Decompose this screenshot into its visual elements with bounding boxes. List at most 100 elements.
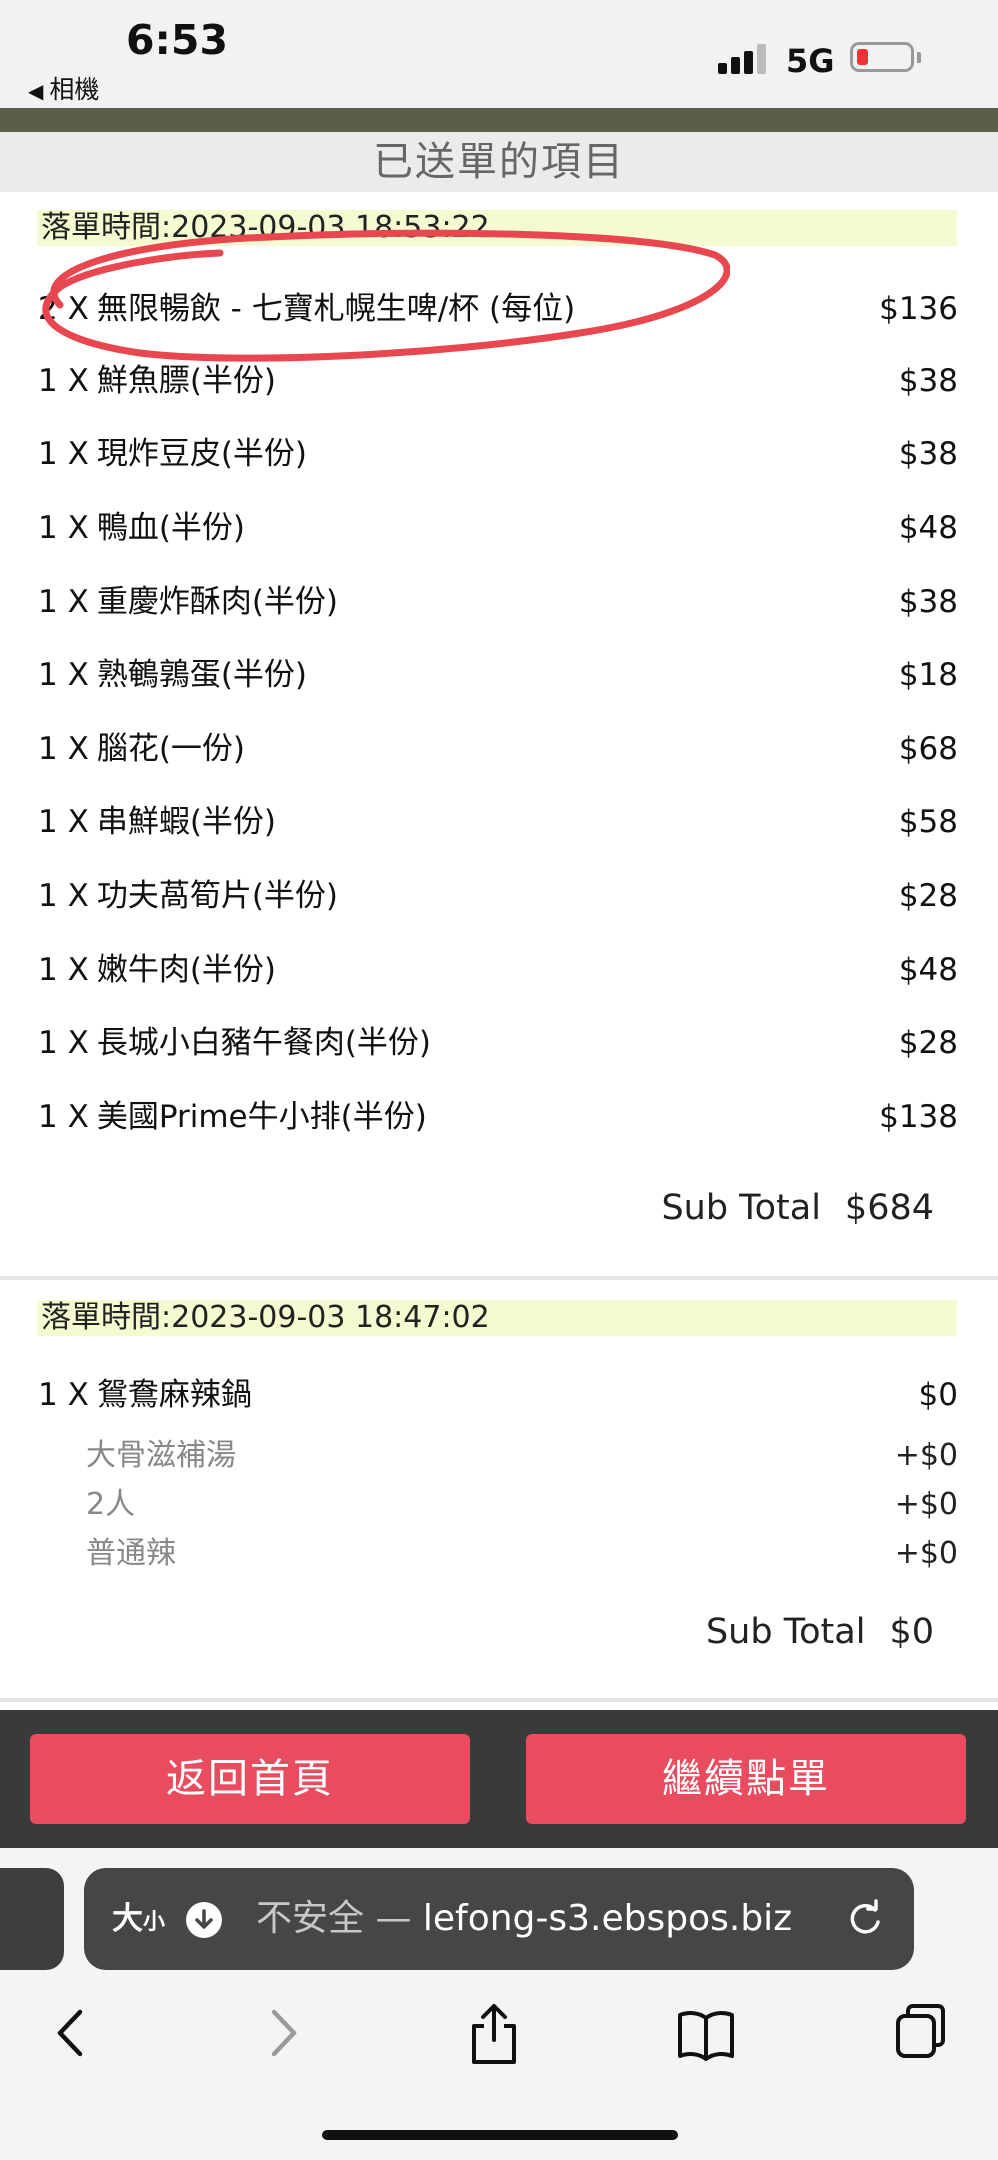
order-item-row: 1 X 嫩牛肉(半份) $48: [38, 945, 958, 995]
order-item-row: 1 X 腦花(一份) $68: [38, 724, 958, 774]
subtotal-value: $684: [844, 1188, 934, 1228]
item-name: 功夫萵筍片(半份): [96, 878, 339, 914]
item-price: $58: [898, 804, 958, 840]
text-size-button[interactable]: 大小: [112, 1868, 165, 1974]
order-item-row: 1 X 熟鵪鶉蛋(半份) $18: [38, 650, 958, 700]
url-text[interactable]: 不安全 — lefong-s3.ebspos.biz: [256, 1868, 792, 1970]
item-qty: 1 X: [38, 1377, 89, 1413]
back-arrow-icon[interactable]: [40, 1998, 100, 2068]
item-qty: 1 X: [38, 436, 89, 472]
modifier-price: +$0: [894, 1536, 958, 1571]
order-item-row: 1 X 長城小白豬午餐肉(半份) $28: [38, 1018, 958, 1068]
order-item-row: 2 X 無限暢飲 - 七寶札幌生啤/杯 (每位) $136: [38, 284, 958, 334]
item-qty: 1 X: [38, 584, 89, 620]
order-item-row: 1 X 串鮮蝦(半份) $58: [38, 797, 958, 847]
item-price: $38: [898, 584, 958, 620]
item-name: 無限暢飲 - 七寶札幌生啤/杯 (每位): [96, 291, 576, 327]
order-item-row: 1 X 重慶炸酥肉(半份) $38: [38, 577, 958, 627]
modifier-price: +$0: [894, 1487, 958, 1522]
tabs-icon[interactable]: [890, 1998, 950, 2068]
download-icon[interactable]: [186, 1902, 222, 1938]
order-time-label: 落單時間:: [41, 210, 172, 245]
modifier-name: 普通辣: [86, 1536, 176, 1571]
item-modifier-row: 2人 +$0: [86, 1482, 958, 1528]
battery-icon: [850, 42, 914, 72]
order-item-row: 1 X 鴨血(半份) $48: [38, 503, 958, 553]
share-icon[interactable]: [464, 1998, 524, 2068]
order-time-bar: 落單時間:2023-09-03 18:53:22: [37, 210, 957, 246]
item-price: $48: [898, 510, 958, 546]
page-header: 已送單的項目: [0, 132, 998, 192]
item-price: $68: [898, 731, 958, 767]
item-price: $28: [898, 1025, 958, 1061]
item-price: $28: [898, 878, 958, 914]
item-name: 串鮮蝦(半份): [96, 804, 277, 840]
item-price: $38: [898, 436, 958, 472]
order-item-row: 1 X 功夫萵筍片(半份) $28: [38, 871, 958, 921]
network-type: 5G: [786, 42, 835, 80]
item-qty: 2 X: [38, 291, 89, 327]
item-qty: 1 X: [38, 363, 89, 399]
subtotal-value: $0: [889, 1612, 934, 1652]
order-item-row: 1 X 美國Prime牛小排(半份) $138: [38, 1092, 958, 1142]
order-time-bar: 落單時間:2023-09-03 18:47:02: [37, 1300, 957, 1336]
item-price: $0: [918, 1377, 958, 1413]
previous-tab-preview[interactable]: [0, 1868, 64, 1970]
order-item-row: 1 X 鮮魚膘(半份) $38: [38, 356, 958, 406]
browser-toolbar: [0, 1998, 998, 2078]
item-name: 鴛鴦麻辣鍋: [96, 1377, 252, 1413]
item-modifier-row: 大骨滋補湯 +$0: [86, 1433, 958, 1479]
item-price: $18: [898, 657, 958, 693]
item-name: 重慶炸酥肉(半份): [96, 584, 339, 620]
subtotal-row: Sub Total $0: [706, 1612, 934, 1652]
item-price: $136: [879, 291, 958, 327]
text-size-large: 大: [112, 1901, 143, 1937]
item-price: $48: [898, 952, 958, 988]
status-bar: 6:53 ◀ 相機 5G: [0, 0, 998, 108]
battery-cap: [917, 52, 921, 63]
back-to-home-button[interactable]: 返回首頁: [30, 1734, 470, 1824]
item-name: 現炸豆皮(半份): [96, 436, 308, 472]
subtotal-label: Sub Total: [661, 1188, 821, 1228]
not-secure-label: 不安全 —: [256, 1898, 423, 1939]
item-name: 嫩牛肉(半份): [96, 952, 277, 988]
section-divider: [0, 1698, 998, 1702]
status-time: 6:53: [126, 16, 228, 64]
url-domain: lefong-s3.ebspos.biz: [422, 1898, 793, 1939]
item-name: 鴨血(半份): [96, 510, 246, 546]
forward-arrow-icon[interactable]: [254, 1998, 314, 2068]
item-qty: 1 X: [38, 952, 89, 988]
address-bar[interactable]: 大小 不安全 — lefong-s3.ebspos.biz: [84, 1868, 914, 1970]
continue-ordering-button[interactable]: 繼續點單: [526, 1734, 966, 1824]
order-time-label: 落單時間:: [41, 1300, 172, 1335]
subtotal-row: Sub Total $684: [661, 1188, 934, 1228]
back-triangle-icon: ◀: [28, 79, 44, 103]
page-title: 已送單的項目: [373, 139, 625, 185]
order-item-row: 1 X 現炸豆皮(半份) $38: [38, 429, 958, 479]
bookmarks-icon[interactable]: [676, 1998, 736, 2068]
item-qty: 1 X: [38, 1025, 89, 1061]
signal-strength-icon: [718, 44, 770, 74]
reload-icon[interactable]: [844, 1898, 886, 1940]
item-name: 美國Prime牛小排(半份): [96, 1099, 427, 1135]
back-app-label: 相機: [49, 75, 100, 104]
text-size-small: 小: [143, 1910, 166, 1935]
modifier-name: 2人: [86, 1487, 136, 1522]
item-name: 熟鵪鶉蛋(半份): [96, 657, 308, 693]
modifier-price: +$0: [894, 1438, 958, 1473]
subtotal-label: Sub Total: [705, 1612, 866, 1652]
item-name: 腦花(一份): [96, 731, 246, 767]
item-qty: 1 X: [38, 657, 89, 693]
item-name: 長城小白豬午餐肉(半份): [96, 1025, 432, 1061]
item-qty: 1 X: [38, 731, 89, 767]
item-qty: 1 X: [38, 804, 89, 840]
home-indicator: [322, 2130, 678, 2140]
item-modifier-row: 普通辣 +$0: [86, 1531, 958, 1577]
item-qty: 1 X: [38, 878, 89, 914]
page-top-band: [0, 108, 998, 132]
section-divider: [0, 1276, 998, 1280]
browser-chrome: 大小 不安全 — lefong-s3.ebspos.biz: [0, 1848, 998, 2160]
order-time-value: 2023-09-03 18:53:22: [171, 210, 490, 245]
back-to-app-link[interactable]: ◀ 相機: [28, 70, 99, 106]
modifier-name: 大骨滋補湯: [86, 1438, 236, 1473]
